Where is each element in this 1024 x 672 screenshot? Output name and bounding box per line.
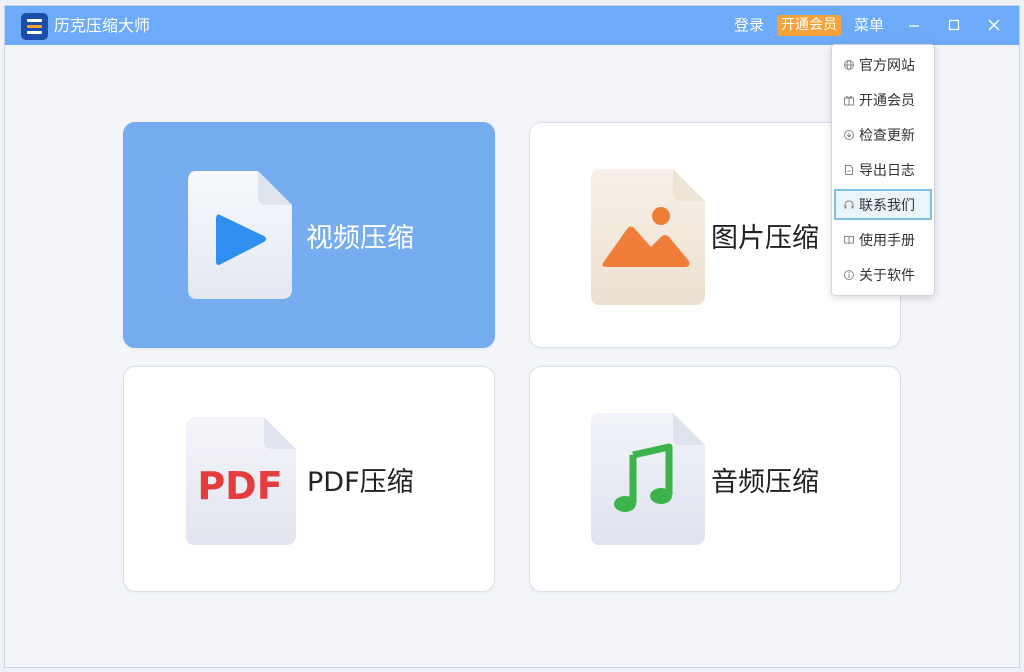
menu-item-about[interactable]: 关于软件 xyxy=(834,259,932,290)
pdf-file-icon: PDF xyxy=(186,417,296,545)
menu-item-user-manual[interactable]: 使用手册 xyxy=(834,224,932,255)
maximize-button[interactable] xyxy=(939,6,969,45)
dropdown-menu: 官方网站 开通会员 检查更新 导出日志 联系我们 使用手册 关于软件 xyxy=(831,44,935,296)
menu-item-label: 关于软件 xyxy=(859,267,915,284)
menu-item-export-log[interactable]: 导出日志 xyxy=(834,154,932,185)
export-icon xyxy=(845,164,853,175)
menu-item-official-website[interactable]: 官方网站 xyxy=(834,49,932,80)
audio-compress-card[interactable]: 音频压缩 xyxy=(529,366,901,592)
gift-icon xyxy=(844,95,854,105)
video-card-label: 视频压缩 xyxy=(306,222,414,254)
menu-button[interactable]: 菜单 xyxy=(854,6,884,45)
video-compress-card[interactable]: 视频压缩 xyxy=(123,122,495,348)
app-window: 历克压缩大师 登录 开通会员 菜单 视频压缩 图片压缩 PDF PDF压缩 音频… xyxy=(4,5,1020,668)
info-icon xyxy=(844,269,854,280)
book-icon xyxy=(844,235,854,244)
minimize-icon xyxy=(909,25,919,27)
image-file-icon xyxy=(591,169,705,305)
audio-file-icon xyxy=(591,413,705,545)
menu-item-label: 检查更新 xyxy=(859,127,915,144)
menu-item-label: 导出日志 xyxy=(859,162,915,179)
menu-item-check-update[interactable]: 检查更新 xyxy=(834,119,932,150)
login-link[interactable]: 登录 xyxy=(734,6,764,45)
update-icon xyxy=(844,129,854,140)
video-file-icon xyxy=(188,171,292,299)
app-title: 历克压缩大师 xyxy=(54,16,151,35)
vip-button[interactable]: 开通会员 xyxy=(777,15,841,36)
pdf-card-label: PDF压缩 xyxy=(307,466,414,498)
audio-card-label: 音频压缩 xyxy=(711,466,819,498)
maximize-icon xyxy=(948,19,960,31)
close-icon xyxy=(988,19,1000,31)
app-logo-icon xyxy=(21,13,48,40)
menu-item-label: 开通会员 xyxy=(859,92,915,109)
headset-icon xyxy=(844,199,854,208)
menu-item-vip[interactable]: 开通会员 xyxy=(834,84,932,115)
menu-item-label: 使用手册 xyxy=(859,232,915,249)
pdf-compress-card[interactable]: PDF PDF压缩 xyxy=(123,366,495,592)
minimize-button[interactable] xyxy=(899,6,929,45)
title-bar: 历克压缩大师 登录 开通会员 菜单 xyxy=(5,6,1019,45)
pdf-icon-text: PDF xyxy=(197,464,282,508)
menu-item-contact-us[interactable]: 联系我们 xyxy=(834,189,932,220)
image-card-label: 图片压缩 xyxy=(711,222,819,254)
menu-item-label: 联系我们 xyxy=(859,197,915,214)
menu-item-label: 官方网站 xyxy=(859,57,915,74)
close-button[interactable] xyxy=(979,6,1009,45)
globe-icon xyxy=(844,59,854,70)
